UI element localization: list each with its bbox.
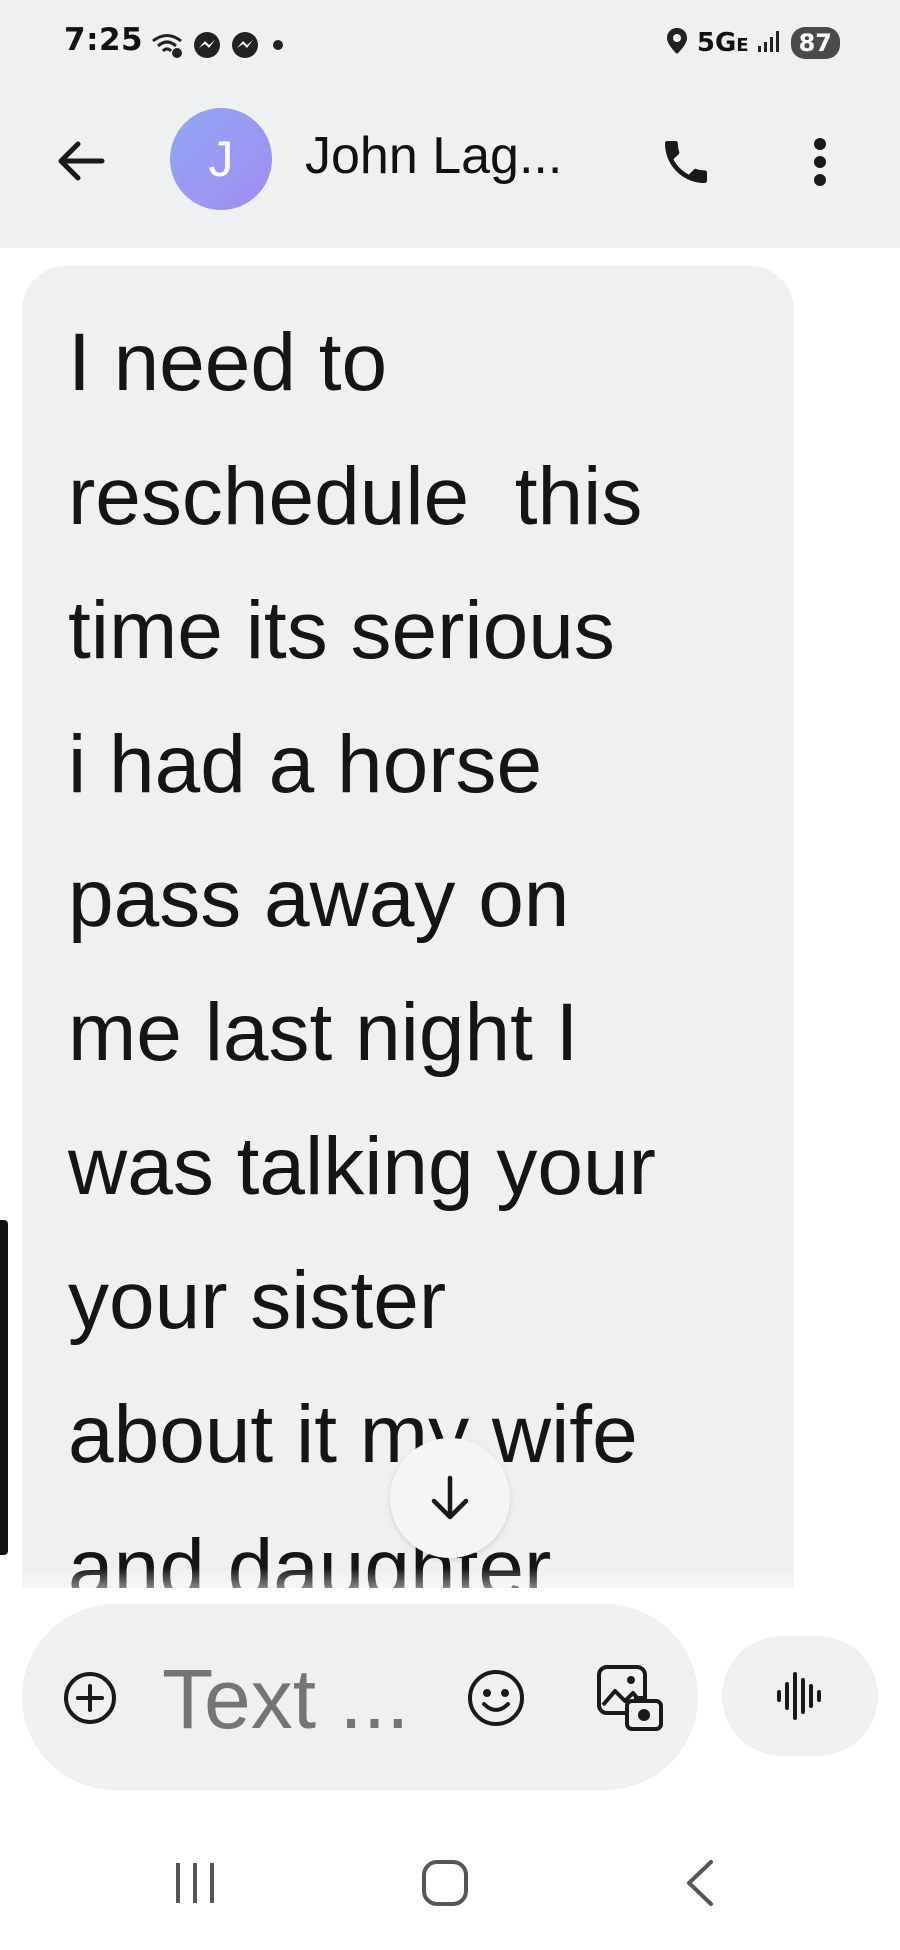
status-time: 7:25 [64,22,144,58]
back-icon [687,1860,713,1906]
message-input[interactable] [160,1648,454,1750]
recents-button[interactable] [155,1853,235,1913]
messenger-icon [192,30,222,64]
emoji-button[interactable] [462,1664,530,1732]
home-button[interactable] [405,1853,485,1913]
system-navigation-bar [0,1813,900,1950]
battery-indicator: 87 [790,27,840,59]
messenger-icon [230,30,260,64]
voice-waveform-icon [777,1672,821,1720]
message-text: I need to reschedule this time its serio… [68,317,656,1588]
add-circle-icon [64,1672,116,1724]
gallery-icon [597,1665,663,1731]
contact-name[interactable]: John Lag... [305,126,562,186]
status-notification-icons [150,30,288,64]
list-fade [0,1568,900,1588]
avatar[interactable]: J [170,108,272,210]
call-button[interactable] [650,126,722,198]
message-list[interactable]: I need to reschedule this time its serio… [0,248,900,1588]
avatar-letter: J [208,131,234,187]
recents-icon [176,1863,214,1903]
gallery-button[interactable] [592,1660,668,1736]
status-system-icons: 5GE 87 [665,26,840,60]
compose-field [22,1604,698,1790]
compose-bar [0,1588,900,1813]
back-button[interactable] [50,130,112,192]
arrow-left-icon [58,141,105,181]
more-vert-icon [814,138,826,186]
dot-icon [268,35,288,59]
status-bar: 7:25 5GE 87 [0,0,900,90]
wifi-call-icon [150,32,184,62]
scroll-to-bottom-button[interactable] [390,1438,510,1558]
attach-button[interactable] [60,1668,120,1728]
edge-panel-handle[interactable] [0,1220,8,1555]
incoming-message-bubble[interactable]: I need to reschedule this time its serio… [22,266,794,1588]
arrow-down-icon [431,1475,469,1520]
system-back-button[interactable] [660,1853,740,1913]
voice-message-button[interactable] [722,1636,878,1756]
messaging-screen: 7:25 5GE 87 J John Lag... I need to resc… [0,0,900,1950]
location-icon [665,26,689,60]
emoji-icon [468,1670,524,1726]
network-type: 5GE [696,28,749,58]
home-icon [422,1860,468,1906]
signal-icon [757,29,783,57]
more-options-button[interactable] [790,126,850,198]
phone-icon [665,141,707,183]
conversation-header: J John Lag... [0,90,900,248]
